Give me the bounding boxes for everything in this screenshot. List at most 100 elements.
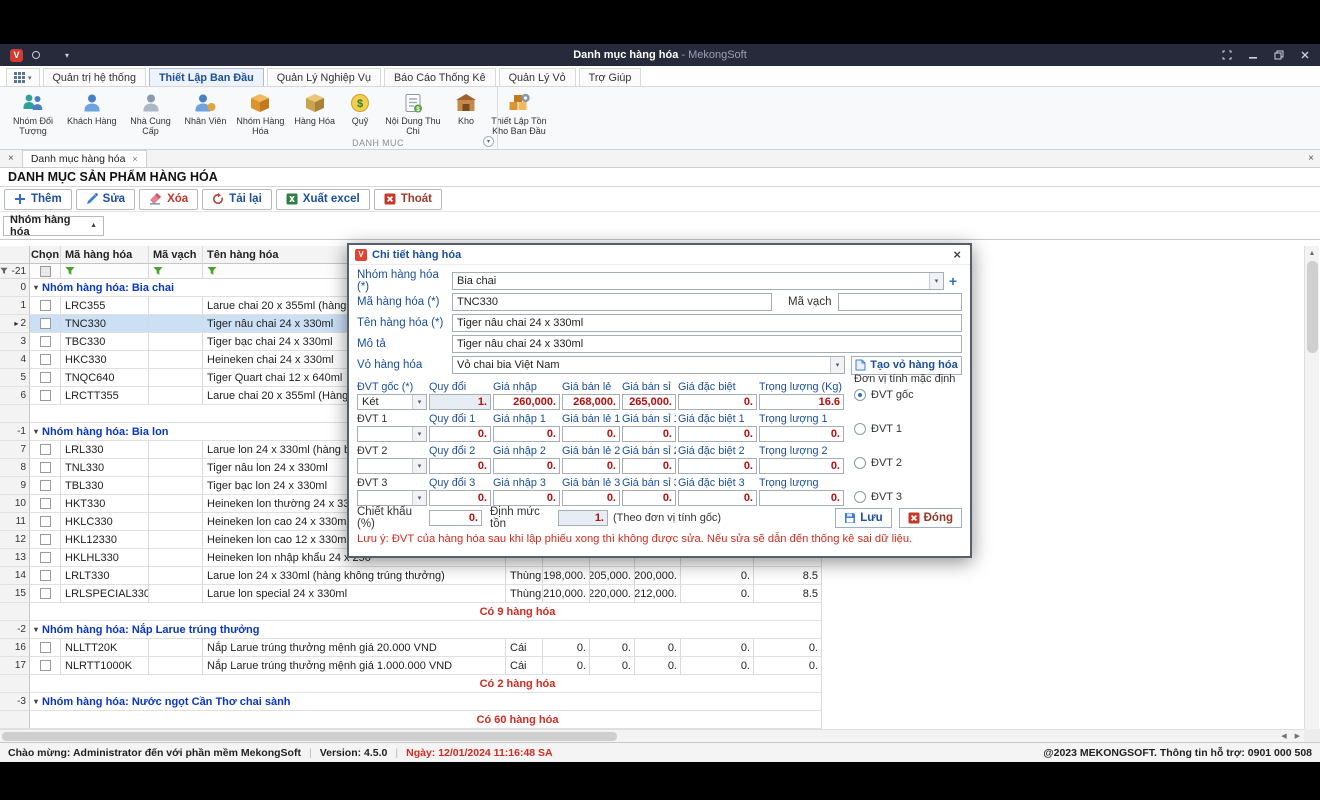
- dialog-close-icon[interactable]: ×: [950, 247, 964, 262]
- cell-bar[interactable]: [149, 297, 203, 315]
- row-checkbox[interactable]: [40, 390, 51, 401]
- edit-button[interactable]: Sửa: [76, 189, 135, 210]
- cell-n3[interactable]: 200,000.: [635, 567, 681, 585]
- add-button[interactable]: Thêm: [4, 189, 72, 210]
- unit3-value-input[interactable]: 0.: [759, 490, 844, 506]
- header-ma-vach[interactable]: Mã vạch: [149, 246, 203, 264]
- cell-bar[interactable]: [149, 459, 203, 477]
- unit1-value-input[interactable]: 0.: [759, 426, 844, 442]
- description-input[interactable]: Tiger nâu chai 24 x 330ml: [452, 335, 962, 353]
- cell-chon[interactable]: [30, 351, 61, 369]
- unit3-value-input[interactable]: 0.: [622, 490, 676, 506]
- cell-code[interactable]: HKT330: [61, 495, 149, 513]
- chevron-down-icon[interactable]: ▾: [412, 395, 426, 409]
- cell-code[interactable]: TNL330: [61, 459, 149, 477]
- tab-system-admin[interactable]: Quản trị hệ thống: [43, 68, 146, 86]
- titlebar-dropdown-icon[interactable]: ▾: [65, 51, 69, 60]
- save-button[interactable]: Lưu: [835, 508, 891, 528]
- unit2-combo[interactable]: ▾: [357, 458, 427, 474]
- exit-button[interactable]: Thoát: [374, 189, 442, 210]
- quick-access-icon[interactable]: [32, 51, 40, 59]
- group-header-cell[interactable]: ▾Nhóm hàng hóa: Nắp Larue trúng thưởng: [30, 621, 822, 639]
- cell-code[interactable]: NLLTT20K: [61, 639, 149, 657]
- row-checkbox[interactable]: [40, 372, 51, 383]
- tab-close-icon[interactable]: ×: [132, 154, 137, 164]
- collapse-triangle-icon[interactable]: ▾: [34, 427, 38, 436]
- unit3-value-input[interactable]: 0.: [493, 490, 560, 506]
- cell-chon[interactable]: [30, 549, 61, 567]
- cell-chon[interactable]: [30, 495, 61, 513]
- unit2-value-input[interactable]: 0.: [562, 458, 620, 474]
- unit2-value-input[interactable]: 0.: [678, 458, 757, 474]
- group-header-row[interactable]: -2▾Nhóm hàng hóa: Nắp Larue trúng thưởng: [0, 621, 822, 639]
- cell-code[interactable]: HKLC330: [61, 513, 149, 531]
- row-checkbox[interactable]: [40, 498, 51, 509]
- reload-button[interactable]: Tải lại: [202, 189, 272, 210]
- cell-n5[interactable]: 0.: [754, 639, 822, 657]
- product-button[interactable]: Hàng Hóa: [291, 90, 338, 127]
- cell-bar[interactable]: [149, 369, 203, 387]
- base-value-input[interactable]: 1.: [429, 394, 491, 410]
- product-code-input[interactable]: TNC330: [452, 293, 772, 311]
- cell-chon[interactable]: [30, 477, 61, 495]
- default-unit-radio-3[interactable]: ĐVT 3: [854, 490, 962, 504]
- unit1-combo[interactable]: ▾: [357, 426, 427, 442]
- dialog-titlebar[interactable]: V Chi tiết hàng hóa ×: [349, 245, 970, 265]
- cell-n4[interactable]: 0.: [681, 657, 754, 675]
- cell-code[interactable]: HKL12330: [61, 531, 149, 549]
- product-row[interactable]: 15LRLSPECIAL330Larue lon special 24 x 33…: [0, 585, 822, 603]
- cell-unit[interactable]: Thùng: [506, 567, 543, 585]
- export-excel-button[interactable]: Xuất excel: [276, 189, 370, 210]
- unit1-value-input[interactable]: 0.: [562, 426, 620, 442]
- vertical-scroll-thumb[interactable]: [1307, 261, 1318, 353]
- select-all-checkbox[interactable]: [40, 266, 51, 277]
- header-ma-hang-hoa[interactable]: Mã hàng hóa: [61, 246, 149, 264]
- customer-button[interactable]: Khách Hàng: [64, 90, 120, 127]
- cell-n2[interactable]: 205,000.: [590, 567, 635, 585]
- cell-chon[interactable]: [30, 639, 61, 657]
- tab-help[interactable]: Trợ Giúp: [579, 68, 642, 86]
- default-unit-radio-1[interactable]: ĐVT 1: [854, 422, 962, 436]
- cell-unit[interactable]: Thùng: [506, 585, 543, 603]
- unit2-value-input[interactable]: 0.: [622, 458, 676, 474]
- group-filter-dropdown[interactable]: Nhóm hàng hóa ▲: [3, 216, 104, 236]
- close-button[interactable]: [1300, 50, 1310, 60]
- vertical-scrollbar[interactable]: ▲ ▼: [1304, 246, 1319, 742]
- cell-bar[interactable]: [149, 495, 203, 513]
- menu-launcher-button[interactable]: ▾: [6, 68, 40, 86]
- cell-bar[interactable]: [149, 549, 203, 567]
- container-combo[interactable]: Vỏ chai bia Việt Nam ▾: [452, 356, 845, 374]
- employee-button[interactable]: Nhân Viên: [182, 90, 230, 127]
- chevron-down-icon[interactable]: ▾: [830, 357, 844, 373]
- scroll-right-icon[interactable]: ▶: [1295, 732, 1300, 740]
- cell-bar[interactable]: [149, 441, 203, 459]
- cell-code[interactable]: NLRTT1000K: [61, 657, 149, 675]
- header-chon[interactable]: Chọn: [30, 246, 61, 264]
- unit3-value-input[interactable]: 0.: [562, 490, 620, 506]
- create-container-button[interactable]: Tạo vỏ hàng hóa: [851, 356, 962, 375]
- scroll-left-icon[interactable]: ◀: [1281, 732, 1286, 740]
- cell-chon[interactable]: [30, 441, 61, 459]
- chevron-down-icon[interactable]: ▾: [929, 273, 943, 289]
- barcode-input[interactable]: [838, 293, 962, 311]
- cell-n5[interactable]: 8.5: [754, 567, 822, 585]
- product-group-combo[interactable]: Bia chai ▾: [452, 272, 944, 290]
- base-value-input[interactable]: 260,000.: [493, 394, 560, 410]
- cell-code[interactable]: TBL330: [61, 477, 149, 495]
- row-checkbox[interactable]: [40, 300, 51, 311]
- group-header-cell[interactable]: ▾Nhóm hàng hóa: Nước ngọt Cần Thơ chai s…: [30, 693, 822, 711]
- cell-code[interactable]: LRLSPECIAL330: [61, 585, 149, 603]
- row-checkbox[interactable]: [40, 516, 51, 527]
- cell-chon[interactable]: [30, 315, 61, 333]
- cell-code[interactable]: LRL330: [61, 441, 149, 459]
- cell-chon[interactable]: [30, 531, 61, 549]
- tab-container-management[interactable]: Quản Lý Vỏ: [499, 68, 576, 86]
- unit1-value-input[interactable]: 0.: [622, 426, 676, 442]
- cell-code[interactable]: LRC355: [61, 297, 149, 315]
- cell-unit[interactable]: Cái: [506, 657, 543, 675]
- cell-chon[interactable]: [30, 369, 61, 387]
- cell-n5[interactable]: 8.5: [754, 585, 822, 603]
- cell-bar[interactable]: [149, 657, 203, 675]
- row-checkbox[interactable]: [40, 480, 51, 491]
- unit3-combo[interactable]: ▾: [357, 490, 427, 506]
